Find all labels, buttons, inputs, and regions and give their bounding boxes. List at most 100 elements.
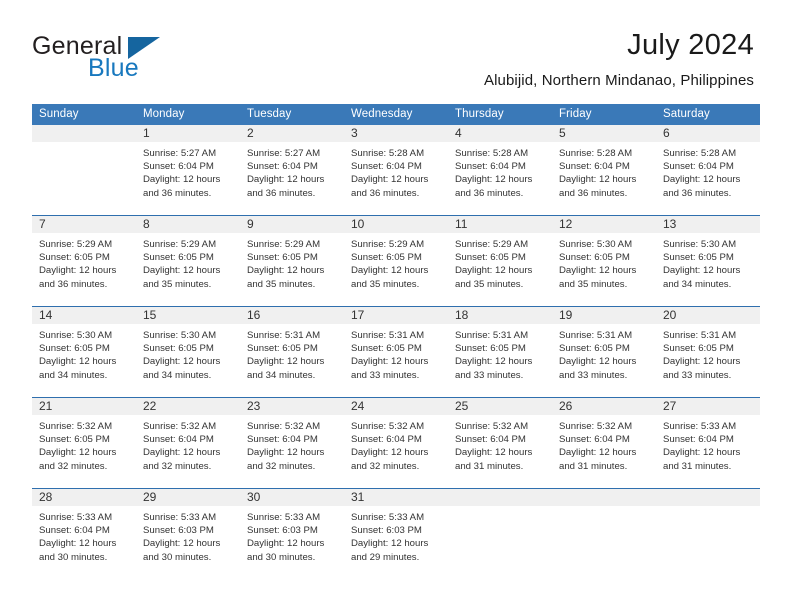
- day-detail-line: Daylight: 12 hours: [247, 174, 325, 186]
- day-detail-line: Sunrise: 5:31 AM: [663, 330, 737, 341]
- day-cell[interactable]: 25 Sunrise: 5:32 AM Sunset: 6:04 PM Dayligh…: [448, 398, 552, 488]
- day-cell[interactable]: 10 Sunrise: 5:29 AM Sunset: 6:05 PM Dayligh…: [344, 216, 448, 306]
- day-cell[interactable]: 24 Sunrise: 5:32 AM Sunset: 6:04 PM Dayligh…: [344, 398, 448, 488]
- day-details: Sunrise: 5:30 AM Sunset: 6:05 PM Daylight:…: [552, 233, 656, 291]
- day-detail-line: Sunset: 6:05 PM: [351, 252, 422, 264]
- day-number: 15: [136, 307, 240, 324]
- day-cell[interactable]: 31 Sunrise: 5:33 AM Sunset: 6:03 PM Dayligh…: [344, 489, 448, 579]
- day-cell[interactable]: 20 Sunrise: 5:31 AM Sunset: 6:05 PM Dayligh…: [656, 307, 760, 397]
- day-cell[interactable]: 1 Sunrise: 5:27 AM Sunset: 6:04 PM Daylight…: [136, 125, 240, 215]
- day-detail-line: Sunset: 6:04 PM: [39, 525, 110, 537]
- day-detail-line: Daylight: 12 hours: [559, 265, 637, 277]
- day-number: 19: [552, 307, 656, 324]
- day-detail-line: Sunrise: 5:33 AM: [351, 512, 425, 523]
- day-detail-line: Daylight: 12 hours: [247, 538, 325, 550]
- day-detail-line: and 34 minutes.: [39, 369, 108, 381]
- day-cell[interactable]: 4 Sunrise: 5:28 AM Sunset: 6:04 PM Daylight…: [448, 125, 552, 215]
- day-cell[interactable]: 19 Sunrise: 5:31 AM Sunset: 6:05 PM Dayligh…: [552, 307, 656, 397]
- weekday-header-row: Sunday Monday Tuesday Wednesday Thursday Frid…: [32, 104, 760, 125]
- day-cell[interactable]: 11 Sunrise: 5:29 AM Sunset: 6:05 PM Dayligh…: [448, 216, 552, 306]
- day-cell[interactable]: 8 Sunrise: 5:29 AM Sunset: 6:05 PM Daylight…: [136, 216, 240, 306]
- week-inner: 7 Sunrise: 5:29 AM Sunset: 6:05 PM Daylight…: [32, 216, 760, 306]
- day-cell[interactable]: 23 Sunrise: 5:32 AM Sunset: 6:04 PM Dayligh…: [240, 398, 344, 488]
- day-number: 27: [656, 398, 760, 415]
- day-number: 16: [240, 307, 344, 324]
- day-cell[interactable]: 17 Sunrise: 5:31 AM Sunset: 6:05 PM Dayligh…: [344, 307, 448, 397]
- day-detail-line: Daylight: 12 hours: [351, 174, 429, 186]
- day-cell[interactable]: 30 Sunrise: 5:33 AM Sunset: 6:03 PM Dayligh…: [240, 489, 344, 579]
- day-detail-line: Sunrise: 5:32 AM: [559, 421, 633, 432]
- day-cell[interactable]: 27 Sunrise: 5:33 AM Sunset: 6:04 PM Dayligh…: [656, 398, 760, 488]
- day-details: Sunrise: 5:32 AM Sunset: 6:04 PM Daylight:…: [344, 415, 448, 473]
- day-detail-line: Sunrise: 5:31 AM: [351, 330, 425, 341]
- day-detail-line: and 36 minutes.: [143, 187, 212, 199]
- day-detail-line: Sunset: 6:05 PM: [455, 252, 526, 264]
- day-detail-line: Sunrise: 5:30 AM: [143, 330, 217, 341]
- day-detail-line: Daylight: 12 hours: [39, 538, 117, 550]
- day-cell[interactable]: 14 Sunrise: 5:30 AM Sunset: 6:05 PM Dayligh…: [32, 307, 136, 397]
- day-detail-line: Daylight: 12 hours: [143, 538, 221, 550]
- day-cell[interactable]: 3 Sunrise: 5:28 AM Sunset: 6:04 PM Daylight…: [344, 125, 448, 215]
- day-cell[interactable]: 22 Sunrise: 5:32 AM Sunset: 6:04 PM Dayligh…: [136, 398, 240, 488]
- day-details: Sunrise: 5:29 AM Sunset: 6:05 PM Daylight:…: [240, 233, 344, 291]
- calendar-grid: Sunday Monday Tuesday Wednesday Thursday Frid…: [32, 104, 760, 579]
- day-detail-line: Daylight: 12 hours: [351, 447, 429, 459]
- day-details: Sunrise: 5:32 AM Sunset: 6:04 PM Daylight:…: [552, 415, 656, 473]
- day-cell[interactable]: 12 Sunrise: 5:30 AM Sunset: 6:05 PM Dayligh…: [552, 216, 656, 306]
- day-detail-line: Sunset: 6:04 PM: [247, 434, 318, 446]
- day-detail-line: and 33 minutes.: [455, 369, 524, 381]
- day-detail-line: Sunset: 6:05 PM: [39, 434, 110, 446]
- calendar-page: General Blue July 2024 Alubijid, Norther…: [0, 0, 792, 612]
- day-detail-line: and 31 minutes.: [559, 460, 628, 472]
- page-subtitle: Alubijid, Northern Mindanao, Philippines: [484, 72, 754, 89]
- day-details: Sunrise: 5:27 AM Sunset: 6:04 PM Daylight:…: [240, 142, 344, 200]
- day-detail-line: and 35 minutes.: [143, 278, 212, 290]
- calendar-week-row: 14 Sunrise: 5:30 AM Sunset: 6:05 PM Dayligh…: [32, 306, 760, 397]
- title-block: July 2024 Alubijid, Northern Mindanao, P…: [484, 28, 754, 90]
- day-detail-line: Sunrise: 5:33 AM: [663, 421, 737, 432]
- day-details: Sunrise: 5:30 AM Sunset: 6:05 PM Daylight:…: [656, 233, 760, 291]
- day-detail-line: and 36 minutes.: [39, 278, 108, 290]
- day-details: Sunrise: 5:33 AM Sunset: 6:04 PM Daylight:…: [32, 506, 136, 564]
- day-details: Sunrise: 5:27 AM Sunset: 6:04 PM Daylight:…: [136, 142, 240, 200]
- day-detail-line: Sunrise: 5:28 AM: [455, 148, 529, 159]
- day-cell[interactable]: 7 Sunrise: 5:29 AM Sunset: 6:05 PM Daylight…: [32, 216, 136, 306]
- day-detail-line: Daylight: 12 hours: [455, 447, 533, 459]
- day-cell[interactable]: 29 Sunrise: 5:33 AM Sunset: 6:03 PM Dayligh…: [136, 489, 240, 579]
- day-details: Sunrise: 5:32 AM Sunset: 6:04 PM Daylight:…: [448, 415, 552, 473]
- day-cell[interactable]: 26 Sunrise: 5:32 AM Sunset: 6:04 PM Dayligh…: [552, 398, 656, 488]
- day-detail-line: and 35 minutes.: [351, 278, 420, 290]
- day-detail-line: and 36 minutes.: [663, 187, 732, 199]
- day-cell[interactable]: 6 Sunrise: 5:28 AM Sunset: 6:04 PM Daylight…: [656, 125, 760, 215]
- day-detail-line: Sunrise: 5:31 AM: [559, 330, 633, 341]
- day-cell[interactable]: 13 Sunrise: 5:30 AM Sunset: 6:05 PM Dayligh…: [656, 216, 760, 306]
- page-title: July 2024: [627, 29, 754, 61]
- day-detail-line: Sunset: 6:04 PM: [455, 434, 526, 446]
- day-number: 7: [32, 216, 136, 233]
- day-cell[interactable]: 15 Sunrise: 5:30 AM Sunset: 6:05 PM Dayligh…: [136, 307, 240, 397]
- day-cell[interactable]: 2 Sunrise: 5:27 AM Sunset: 6:04 PM Daylight…: [240, 125, 344, 215]
- day-cell[interactable]: 16 Sunrise: 5:31 AM Sunset: 6:05 PM Dayligh…: [240, 307, 344, 397]
- day-details: Sunrise: 5:31 AM Sunset: 6:05 PM Daylight:…: [552, 324, 656, 382]
- day-detail-line: Sunrise: 5:31 AM: [247, 330, 321, 341]
- day-detail-line: Sunrise: 5:30 AM: [663, 239, 737, 250]
- day-detail-line: Daylight: 12 hours: [559, 447, 637, 459]
- day-detail-line: Sunrise: 5:29 AM: [39, 239, 113, 250]
- day-number: 18: [448, 307, 552, 324]
- day-detail-line: Daylight: 12 hours: [143, 356, 221, 368]
- day-cell[interactable]: 21 Sunrise: 5:32 AM Sunset: 6:05 PM Dayligh…: [32, 398, 136, 488]
- day-detail-line: Daylight: 12 hours: [663, 265, 741, 277]
- day-detail-line: and 30 minutes.: [143, 551, 212, 563]
- day-number: 17: [344, 307, 448, 324]
- day-cell[interactable]: 5 Sunrise: 5:28 AM Sunset: 6:04 PM Daylight…: [552, 125, 656, 215]
- day-number: 28: [32, 489, 136, 506]
- day-number: 2: [240, 125, 344, 142]
- day-number: 29: [136, 489, 240, 506]
- day-number: 8: [136, 216, 240, 233]
- day-detail-line: Daylight: 12 hours: [247, 265, 325, 277]
- day-cell[interactable]: 28 Sunrise: 5:33 AM Sunset: 6:04 PM Dayligh…: [32, 489, 136, 579]
- day-cell[interactable]: 9 Sunrise: 5:29 AM Sunset: 6:05 PM Daylight…: [240, 216, 344, 306]
- day-details: Sunrise: 5:33 AM Sunset: 6:04 PM Daylight:…: [656, 415, 760, 473]
- day-detail-line: Daylight: 12 hours: [663, 356, 741, 368]
- day-cell[interactable]: 18 Sunrise: 5:31 AM Sunset: 6:05 PM Dayligh…: [448, 307, 552, 397]
